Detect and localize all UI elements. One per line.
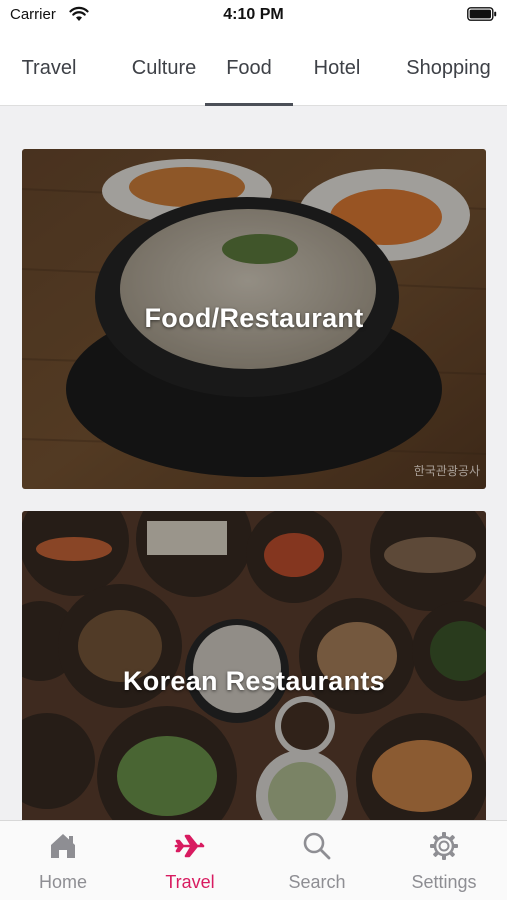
tab-food[interactable]: Food [205, 30, 293, 106]
tab-label: Culture [131, 56, 197, 79]
clock: 4:10 PM [223, 6, 284, 23]
tourism-logo-watermark: 한국관광공사 [413, 464, 480, 478]
nav-home[interactable]: Home [0, 821, 126, 900]
nav-search[interactable]: Search [254, 821, 380, 900]
tab-shopping[interactable]: Shopping [390, 30, 507, 106]
category-tabs: Travel Culture Food Hotel Shopping [0, 30, 507, 106]
home-icon [51, 834, 75, 858]
tab-travel[interactable]: Travel [0, 30, 98, 106]
status-bar: Carrier 4:10 PM [0, 0, 507, 30]
korean-restaurants-card[interactable]: Korean Restaurants [22, 511, 486, 820]
card-title: Food/Restaurant [144, 303, 364, 333]
nav-settings[interactable]: Settings [381, 821, 507, 900]
content-list: Food/Restaurant 한국관광공사 Korean Restaurant… [0, 106, 507, 820]
gear-icon [430, 832, 458, 860]
tab-label: Travel [21, 56, 77, 79]
airplane-icon [174, 834, 205, 858]
nav-label: Settings [411, 872, 477, 892]
nav-label: Travel [165, 872, 215, 892]
tab-hotel[interactable]: Hotel [293, 30, 381, 106]
nav-travel[interactable]: Travel [127, 821, 253, 900]
card-title: Korean Restaurants [123, 666, 385, 696]
food-restaurant-card[interactable]: Food/Restaurant 한국관광공사 [22, 149, 486, 489]
tab-label: Hotel [313, 56, 361, 79]
tab-label: Shopping [406, 56, 491, 79]
search-icon [303, 832, 331, 860]
nav-label: Search [288, 872, 346, 892]
bottom-tab-bar: Home Travel Search Settings [0, 820, 507, 900]
tab-label: Food [226, 56, 272, 79]
battery-icon [467, 7, 497, 21]
nav-label: Home [38, 872, 87, 892]
